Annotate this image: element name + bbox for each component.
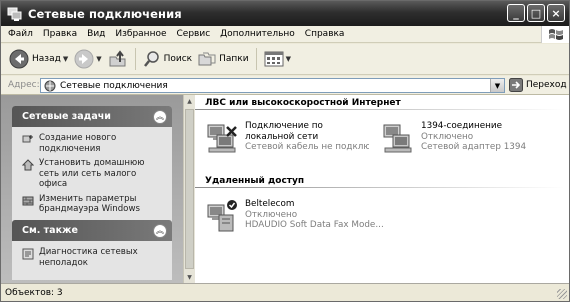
scroll-up-icon[interactable]: ▲ [184, 95, 195, 107]
back-dropdown-icon[interactable]: ▼ [63, 55, 68, 63]
menu-bar: Файл Правка Вид Избранное Сервис Дополни… [1, 26, 569, 43]
menu-help[interactable]: Справка [300, 29, 350, 39]
network-tasks-header[interactable]: Сетевые задачи ︽ [12, 106, 172, 127]
back-button[interactable]: Назад ▼ [6, 46, 71, 72]
network-connections-icon [44, 80, 56, 91]
see-also-header[interactable]: См. также ︽ [12, 220, 172, 241]
menu-advanced[interactable]: Дополнительно [215, 29, 300, 39]
connection-lan[interactable]: Подключение по локальной сети Сетевой ка… [205, 121, 369, 157]
task-label: Установить домашнюю сеть или сеть малого… [39, 158, 145, 189]
task-label: Изменить параметры брандмауэра Windows [39, 193, 140, 215]
close-button[interactable]: × [547, 4, 565, 22]
task-home-network[interactable]: Установить домашнюю сеть или сеть малого… [22, 158, 166, 190]
connection-name: Подключение по локальной сети [245, 121, 323, 142]
menu-edit[interactable]: Правка [38, 29, 82, 39]
back-label: Назад [32, 54, 61, 64]
lan-disconnected-icon [207, 124, 237, 153]
forward-dropdown-icon[interactable]: ▼ [96, 55, 101, 63]
network-tasks-panel: Сетевые задачи ︽ Создание нового подключ… [12, 106, 172, 227]
see-also-list: Диагностика сетевых неполадок [12, 241, 172, 280]
toolbar-separator [134, 48, 136, 70]
windows-logo-icon [541, 26, 569, 43]
see-also-panel: См. также ︽ Диагностика сетевых неполадо… [12, 220, 172, 280]
dialup-modem-icon [207, 200, 237, 232]
connection-device: Сетевой адаптер 1394 [421, 142, 527, 152]
connection-1394[interactable]: 1394-соединение Отключено Сетевой адапте… [381, 121, 545, 157]
toolbar-separator [255, 48, 257, 70]
go-arrow-icon [509, 78, 523, 92]
toolbar: Назад ▼ ▼ Поиск Папки ▼ [1, 44, 569, 75]
title-bar[interactable]: Сетевые подключения _ □ × [1, 1, 569, 26]
network-tasks-list: Создание нового подключения Установить д… [12, 127, 172, 227]
folders-button[interactable]: Папки [195, 46, 251, 72]
collapse-icon[interactable]: ︽ [153, 109, 167, 124]
task-label: Диагностика сетевых неполадок [39, 247, 138, 268]
back-arrow-icon [9, 49, 29, 69]
maximize-button[interactable]: □ [527, 4, 545, 22]
address-dropdown-icon[interactable]: ▼ [490, 79, 504, 92]
connection-name: Beltelecom [245, 199, 295, 209]
connection-status: Отключено [245, 209, 298, 220]
task-new-connection[interactable]: Создание нового подключения [22, 133, 166, 154]
minimize-button[interactable]: _ [507, 4, 525, 22]
connection-name: 1394-соединение [421, 121, 503, 131]
group-header-dialup: Удаленный доступ [205, 176, 305, 186]
address-value: Сетевые подключения [60, 80, 168, 91]
resize-grip-icon[interactable] [557, 289, 567, 299]
lan-1394-icon [383, 124, 412, 153]
connections-view: ЛВС или высокоскоростной Интернет Подклю… [195, 95, 569, 283]
connection-status: Отключено [421, 131, 474, 142]
home-network-icon [22, 159, 34, 171]
up-folder-button[interactable] [105, 46, 131, 72]
scrollbar-thumb[interactable] [185, 109, 194, 269]
new-connection-icon [22, 135, 33, 143]
scroll-down-icon[interactable]: ▼ [184, 271, 195, 283]
menu-view[interactable]: Вид [82, 29, 110, 39]
folders-label: Папки [219, 54, 249, 64]
network-tasks-title: Сетевые задачи [22, 111, 111, 122]
task-diagnostics[interactable]: Диагностика сетевых неполадок [22, 247, 166, 268]
menu-favorites[interactable]: Избранное [110, 29, 171, 39]
go-button[interactable]: Переход [509, 78, 567, 92]
task-pane: Сетевые задачи ︽ Создание нового подключ… [1, 95, 183, 283]
firewall-icon [22, 196, 34, 205]
menu-tools[interactable]: Сервис [172, 29, 216, 39]
views-icon [264, 51, 284, 67]
address-label: Адрес: [8, 80, 40, 90]
go-label: Переход [526, 80, 567, 90]
status-bar: Объектов: 3 [1, 283, 569, 301]
object-count: Объектов: 3 [5, 287, 63, 298]
group-divider [195, 109, 565, 110]
forward-button[interactable]: ▼ [71, 46, 104, 72]
explorer-window: Сетевые подключения _ □ × Файл Правка Ви… [0, 0, 570, 302]
task-firewall[interactable]: Изменить параметры брандмауэра Windows [22, 194, 166, 215]
group-header-lan: ЛВС или высокоскоростной Интернет [205, 98, 401, 108]
collapse-icon[interactable]: ︽ [153, 223, 167, 238]
address-bar: Адрес: Сетевые подключения ▼ Переход [1, 76, 569, 95]
forward-arrow-icon [74, 49, 94, 69]
window-controls: _ □ × [507, 4, 565, 22]
search-label: Поиск [163, 54, 193, 64]
search-button[interactable]: Поиск [140, 46, 196, 72]
see-also-title: См. также [22, 225, 78, 236]
views-button[interactable]: ▼ [261, 46, 294, 72]
up-folder-icon [109, 50, 126, 67]
address-input[interactable]: Сетевые подключения ▼ [40, 78, 505, 93]
group-divider [195, 187, 565, 188]
window-title: Сетевые подключения [28, 6, 182, 21]
diagnostics-icon [22, 248, 34, 260]
task-pane-scrollbar[interactable]: ▲ ▼ [183, 95, 195, 283]
task-label: Создание нового подключения [39, 133, 117, 154]
connection-status: Сетевой кабель не подключен [245, 142, 369, 152]
views-dropdown-icon[interactable]: ▼ [286, 55, 291, 63]
folders-icon [198, 52, 216, 66]
menu-file[interactable]: Файл [1, 29, 38, 39]
connection-beltelecom[interactable]: Beltelecom Отключено HDAUDIO Soft Data F… [205, 199, 395, 235]
search-icon [143, 51, 159, 67]
connection-device: HDAUDIO Soft Data Fax Mode... [245, 220, 384, 230]
network-connections-icon [7, 7, 22, 21]
